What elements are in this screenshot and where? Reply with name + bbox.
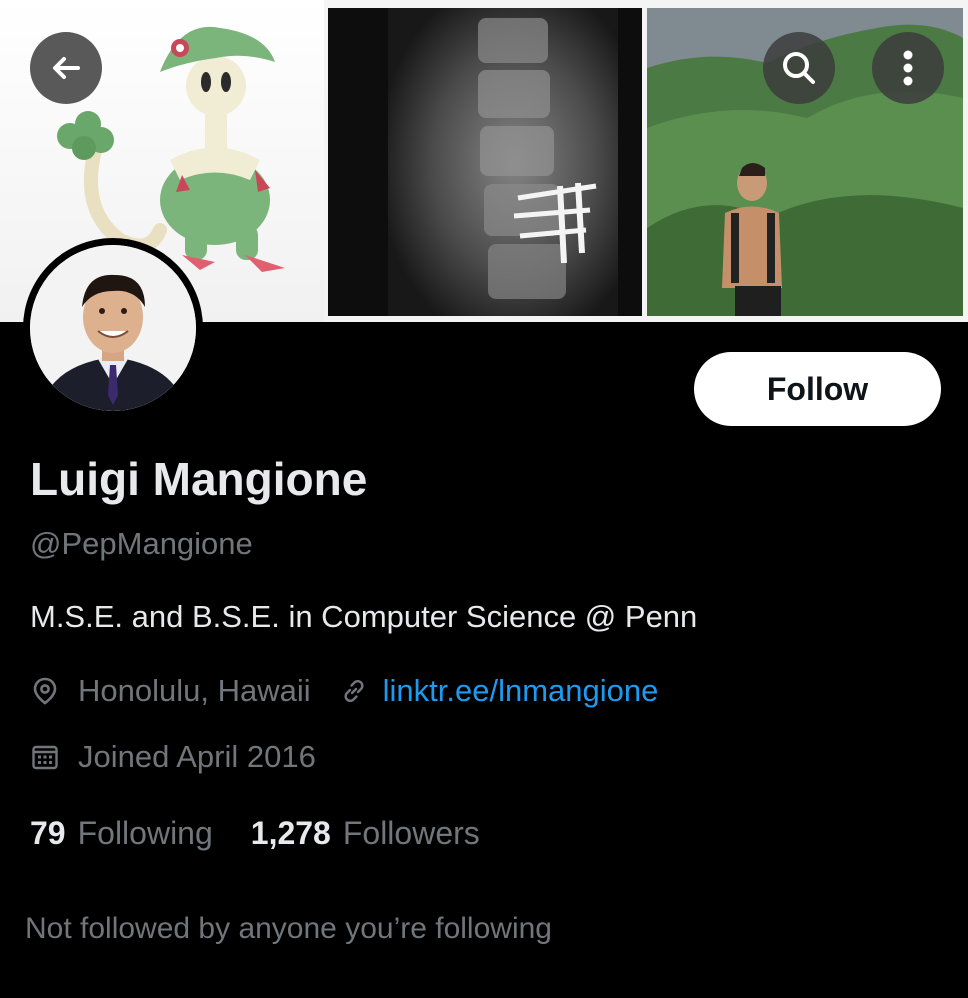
user-handle: @PepMangione — [30, 526, 253, 561]
mutual-followers-note: Not followed by anyone you’re following — [25, 912, 552, 945]
followers-count: 1,278 — [250, 815, 331, 851]
profile-avatar[interactable] — [23, 238, 203, 418]
display-name: Luigi Mangione — [30, 453, 368, 505]
profile-website-link[interactable]: linktr.ee/lnmangione — [383, 673, 659, 709]
profile-location: Honolulu, Hawaii — [78, 673, 311, 708]
follow-stats: 79 Following 1,278 Followers — [30, 815, 480, 852]
profile-bio: M.S.E. and B.S.E. in Computer Science @ … — [30, 599, 698, 634]
avatar-photo — [30, 245, 196, 411]
following-stat[interactable]: 79 Following — [30, 815, 213, 852]
back-button[interactable] — [30, 32, 102, 104]
following-label: Following — [77, 815, 213, 851]
calendar-icon — [30, 742, 60, 772]
following-count: 79 — [30, 815, 66, 851]
location-pin-icon — [30, 676, 60, 706]
header-image-xray — [328, 8, 642, 316]
search-icon — [783, 52, 815, 84]
search-button[interactable] — [763, 32, 835, 104]
more-options-button[interactable] — [872, 32, 944, 104]
back-arrow-icon — [53, 57, 80, 79]
profile-meta-location-link: Honolulu, Hawaii linktr.ee/lnmangione — [30, 673, 658, 709]
more-vertical-icon — [903, 50, 913, 86]
follow-button[interactable]: Follow — [694, 352, 941, 426]
followers-label: Followers — [342, 815, 480, 851]
profile-joined-date: Joined April 2016 — [78, 739, 316, 774]
followers-stat[interactable]: 1,278 Followers — [251, 815, 480, 852]
profile-meta-joined: Joined April 2016 — [30, 739, 316, 775]
link-icon — [339, 676, 369, 706]
